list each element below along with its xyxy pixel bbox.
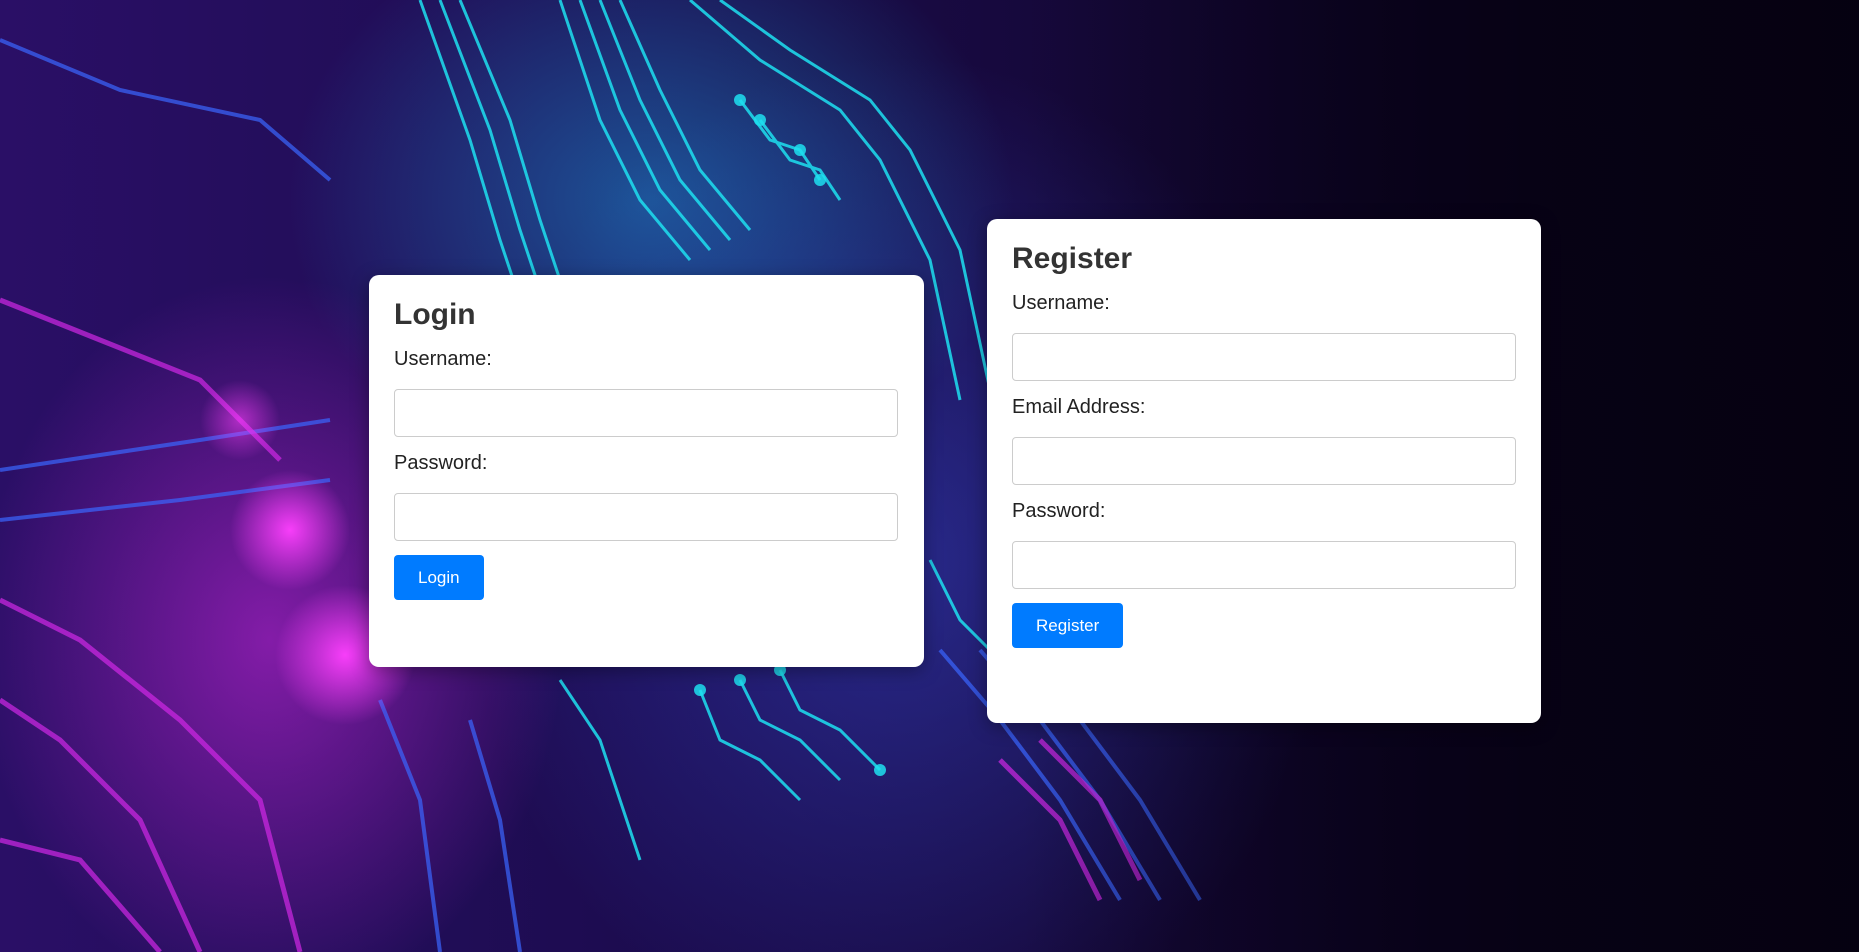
register-email-label: Email Address:: [1012, 396, 1146, 418]
login-password-label: Password:: [394, 452, 488, 474]
register-password-input[interactable]: [1012, 541, 1516, 589]
register-title: Register: [1012, 242, 1133, 275]
login-title: Login: [394, 298, 476, 331]
register-password-label: Password:: [1012, 500, 1106, 522]
circuit-board-background: [0, 0, 1859, 952]
register-button[interactable]: Register: [1012, 603, 1124, 648]
register-email-input[interactable]: [1012, 437, 1516, 485]
login-username-label: Username:: [394, 348, 492, 370]
login-username-input[interactable]: [394, 389, 898, 437]
register-username-input[interactable]: [1012, 333, 1516, 381]
register-username-label: Username:: [1012, 292, 1110, 314]
login-password-input[interactable]: [394, 493, 898, 541]
login-button[interactable]: Login: [394, 555, 484, 600]
register-panel: Register Username: Email Address: Passwo…: [987, 219, 1541, 723]
login-panel: Login Username: Password: Login: [369, 275, 924, 667]
